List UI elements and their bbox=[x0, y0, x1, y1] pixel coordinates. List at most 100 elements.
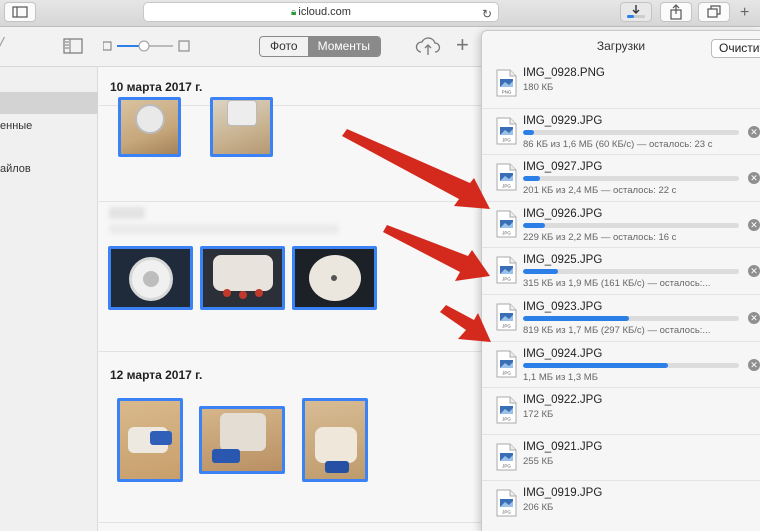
download-progress-bar bbox=[523, 269, 739, 275]
download-item[interactable]: JPG IMG_0926.JPG ✕ 229 КБ из 2,2 МБ — остал… bbox=[482, 200, 760, 247]
tabs-button[interactable] bbox=[698, 2, 730, 22]
moment-date-heading: 12 марта 2017 г. bbox=[110, 368, 203, 382]
cancel-download-icon[interactable]: ✕ bbox=[748, 265, 760, 278]
svg-text:JPG: JPG bbox=[502, 137, 511, 142]
photo-thumbnail[interactable] bbox=[200, 246, 285, 310]
cancel-download-icon[interactable]: ✕ bbox=[748, 218, 760, 231]
download-filename: IMG_0925.JPG bbox=[523, 254, 603, 267]
image-file-icon: JPG bbox=[496, 163, 517, 191]
download-item[interactable]: JPG IMG_0921.JPG 255 КБ bbox=[482, 433, 760, 480]
image-file-icon: JPG bbox=[496, 256, 517, 284]
download-status: 86 КБ из 1,6 МБ (60 КБ/с) — осталось: 23… bbox=[523, 138, 713, 150]
divider bbox=[99, 351, 499, 352]
download-progress-bar bbox=[523, 129, 739, 135]
browser-toolbar: 🔒︎ icloud.com ↻ + bbox=[0, 0, 760, 27]
photo-grid: 10 марта 2017 г. 12 марта 2017 г. bbox=[99, 67, 499, 531]
reload-icon[interactable]: ↻ bbox=[482, 5, 492, 23]
download-item[interactable]: JPG IMG_0923.JPG ✕ 819 КБ из 1,7 МБ (297 КБ… bbox=[482, 294, 760, 340]
cancel-download-icon[interactable]: ✕ bbox=[748, 358, 760, 371]
photo-thumbnail[interactable] bbox=[117, 398, 183, 482]
svg-text:JPG: JPG bbox=[502, 277, 511, 282]
download-status: 172 КБ bbox=[523, 409, 554, 421]
blurred-date-heading bbox=[109, 207, 145, 219]
download-progress-bar bbox=[523, 222, 739, 228]
download-status: 255 КБ bbox=[523, 455, 554, 467]
downloads-popover: Загрузки Очистить PNGIMG_0928.PNG180 КБJ… bbox=[481, 30, 760, 531]
image-file-icon: JPG bbox=[496, 117, 517, 145]
photo-thumbnail[interactable] bbox=[210, 97, 273, 157]
image-file-icon: JPG bbox=[496, 443, 517, 471]
download-filename: IMG_0921.JPG bbox=[523, 440, 603, 453]
sidebar-selected-item[interactable] bbox=[0, 92, 98, 114]
sidebar-item-label[interactable]: енные bbox=[0, 120, 32, 132]
download-status: 206 КБ bbox=[523, 502, 554, 514]
url-text: icloud.com bbox=[298, 6, 351, 18]
image-file-icon: JPG bbox=[496, 210, 517, 238]
download-filename: IMG_0919.JPG bbox=[523, 487, 603, 500]
svg-text:JPG: JPG bbox=[502, 184, 511, 189]
download-item[interactable]: JPG IMG_0922.JPG 172 КБ bbox=[482, 387, 760, 433]
download-item[interactable]: JPG IMG_0919.JPG 206 КБ bbox=[482, 480, 760, 526]
cancel-download-icon[interactable]: ✕ bbox=[748, 312, 760, 324]
svg-text:JPG: JPG bbox=[502, 463, 511, 468]
divider bbox=[99, 201, 499, 202]
download-item[interactable]: JPG IMG_0924.JPG ✕ 1,1 МБ из 1,3 МБ bbox=[482, 340, 760, 387]
download-item[interactable]: PNG IMG_0928.PNG 180 КБ bbox=[482, 61, 760, 107]
photo-thumbnail[interactable] bbox=[199, 406, 285, 474]
download-progress-fill bbox=[523, 176, 541, 182]
sidebar-panel-icon[interactable] bbox=[63, 38, 83, 54]
download-filename: IMG_0926.JPG bbox=[523, 207, 603, 220]
downloads-button[interactable] bbox=[620, 2, 652, 22]
download-filename: IMG_0927.JPG bbox=[523, 161, 603, 174]
download-item[interactable]: JPG IMG_0929.JPG ✕ 86 КБ из 1,6 МБ (60 КБ/с… bbox=[482, 107, 760, 154]
tabs-icon bbox=[707, 5, 721, 18]
sidebar-toggle-button[interactable] bbox=[4, 2, 36, 22]
view-segmented-control[interactable]: Фото Моменты bbox=[259, 36, 382, 57]
new-tab-icon[interactable]: + bbox=[740, 4, 749, 22]
cancel-download-icon[interactable]: ✕ bbox=[748, 172, 760, 185]
image-file-icon: JPG bbox=[496, 489, 517, 517]
download-status: 201 КБ из 2,4 МБ — осталось: 22 с bbox=[523, 185, 677, 197]
blurred-location bbox=[109, 224, 339, 234]
download-progress-bar bbox=[523, 362, 739, 368]
svg-text:JPG: JPG bbox=[502, 510, 511, 515]
photo-thumbnail[interactable] bbox=[118, 97, 181, 157]
lock-icon: 🔒︎ bbox=[291, 7, 297, 18]
share-button[interactable] bbox=[660, 2, 692, 22]
download-status: 819 КБ из 1,7 МБ (297 КБ/с) — осталось:.… bbox=[523, 325, 711, 336]
image-file-icon: JPG bbox=[496, 303, 517, 331]
svg-text:JPG: JPG bbox=[502, 370, 511, 375]
download-item[interactable]: JPG IMG_0925.JPG ✕ 315 КБ из 1,9 МБ (161 КБ… bbox=[482, 247, 760, 293]
chevron-icon[interactable]: ╱ bbox=[0, 37, 4, 54]
photo-thumbnail[interactable] bbox=[108, 246, 193, 310]
download-arrow-icon bbox=[627, 5, 645, 18]
address-bar[interactable]: 🔒︎ icloud.com ↻ bbox=[143, 2, 499, 22]
upload-cloud-icon[interactable] bbox=[415, 35, 441, 57]
download-progress-bar bbox=[523, 176, 739, 182]
image-file-icon: JPG bbox=[496, 350, 517, 378]
cancel-download-icon[interactable]: ✕ bbox=[748, 125, 760, 138]
svg-text:PNG: PNG bbox=[502, 90, 512, 95]
zoom-slider[interactable] bbox=[103, 39, 191, 53]
download-status: 180 КБ bbox=[523, 82, 554, 93]
photo-thumbnail[interactable] bbox=[292, 246, 377, 310]
svg-text:JPG: JPG bbox=[502, 417, 511, 422]
download-filename: IMG_0929.JPG bbox=[523, 114, 603, 127]
segment-photos[interactable]: Фото bbox=[260, 37, 308, 56]
share-icon bbox=[670, 4, 682, 20]
svg-text:JPG: JPG bbox=[502, 230, 511, 235]
download-progress-fill bbox=[523, 269, 558, 275]
image-file-icon: JPG bbox=[496, 396, 517, 424]
divider bbox=[99, 522, 499, 523]
download-item[interactable]: JPG IMG_0927.JPG ✕ 201 КБ из 2,4 МБ — остал… bbox=[482, 154, 760, 200]
photo-thumbnail[interactable] bbox=[302, 398, 368, 482]
clear-downloads-button[interactable]: Очистить bbox=[711, 39, 760, 58]
image-file-icon: PNG bbox=[496, 69, 517, 97]
add-icon[interactable]: + bbox=[456, 32, 469, 58]
segment-moments[interactable]: Моменты bbox=[307, 37, 381, 56]
download-filename: IMG_0923.JPG bbox=[523, 301, 603, 313]
moment-date-heading: 10 марта 2017 г. bbox=[110, 80, 203, 94]
sidebar-item-label[interactable]: айлов bbox=[0, 163, 31, 175]
sidebar-icon bbox=[12, 6, 28, 18]
download-progress-fill bbox=[523, 222, 545, 228]
